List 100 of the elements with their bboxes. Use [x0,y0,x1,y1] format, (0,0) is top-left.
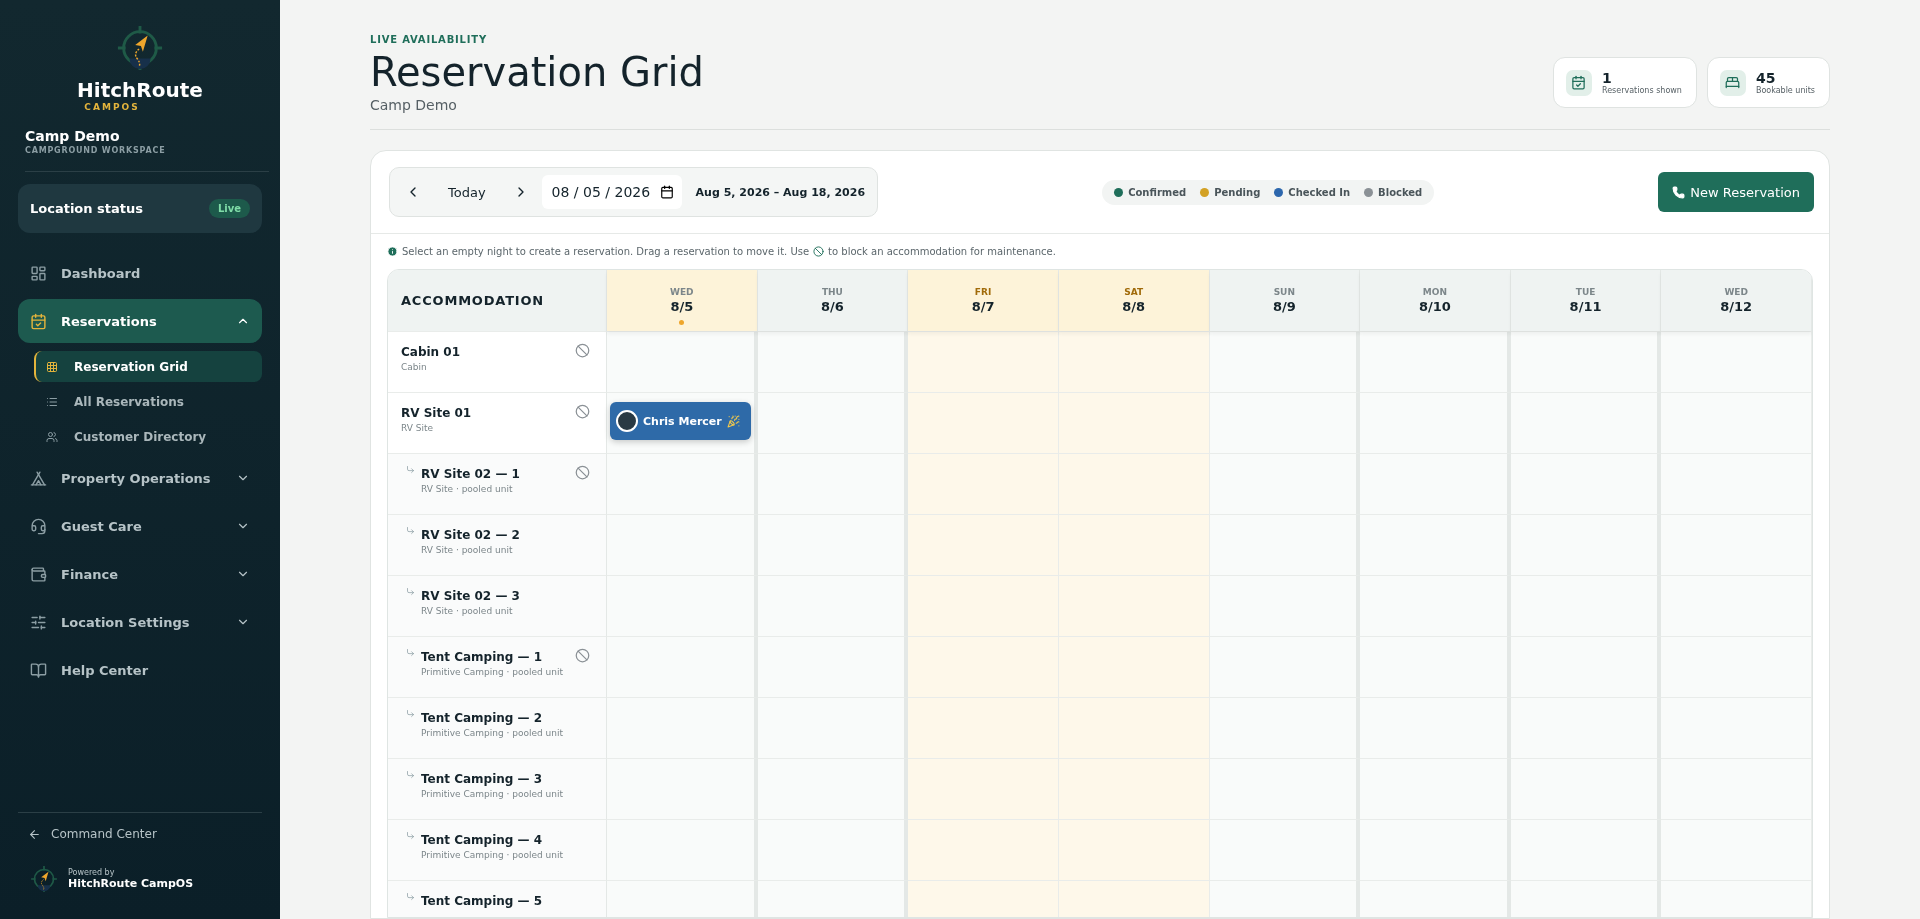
night-cell[interactable]: Chris Mercer [607,392,758,453]
day-date: 8/12 [1720,299,1753,314]
party-popper-icon [726,414,740,428]
night-cell[interactable] [607,453,758,514]
night-cell[interactable] [1058,331,1210,392]
sub-unit-icon [406,465,415,474]
night-cell[interactable] [1510,331,1662,392]
workspace-name: Camp Demo [25,128,121,144]
night-cell[interactable] [757,758,909,819]
night-cell[interactable] [1661,819,1812,880]
location-status-label: Location status [30,201,143,216]
compass-logo [30,865,58,893]
night-cell[interactable] [1209,575,1361,636]
night-cell[interactable] [1661,697,1812,758]
night-cell[interactable] [1661,636,1812,697]
block-icon [813,246,825,257]
night-cell[interactable] [908,819,1059,880]
accommodation-type: Primitive Camping · pooled unit [421,728,565,738]
accommodation-type: Primitive Camping · pooled unit [421,850,565,860]
phone-icon [1672,185,1686,199]
back-link[interactable]: Command Center [18,812,262,855]
night-cell[interactable] [1209,819,1361,880]
live-badge: Live [208,199,250,218]
night-cell[interactable] [1209,453,1361,514]
avatar-icon [616,410,638,432]
night-cell[interactable] [1209,697,1361,758]
nav-subitem[interactable]: Customer Directory [34,421,262,452]
night-cell[interactable] [1209,636,1361,697]
night-cell[interactable] [908,697,1059,758]
day-of-week: SAT [1124,287,1144,297]
sub-unit-icon [406,892,415,901]
night-cell[interactable] [757,331,909,392]
block-icon[interactable] [575,465,590,480]
night-cell[interactable] [1661,514,1812,575]
night-cell[interactable] [908,575,1059,636]
accommodation-type: Primitive Camping · pooled unit [421,789,565,799]
day-of-week: THU [821,287,843,297]
nav-item[interactable]: Finance [18,552,262,596]
nav-item[interactable]: Dashboard [18,251,262,295]
nav-item[interactable]: Help Center [18,648,262,692]
powered-by-label: Powered by [68,868,116,877]
nav-icon [30,264,47,282]
day-date: 8/11 [1569,299,1602,314]
stat-value: 45 [1755,70,1777,86]
night-cell[interactable] [1661,453,1812,514]
nav-item[interactable]: Location Settings [18,600,262,644]
block-icon[interactable] [575,343,590,358]
accommodation-type: RV Site · pooled unit [421,484,514,494]
night-cell[interactable] [1209,392,1361,453]
calendar-check-icon [1565,69,1592,96]
date-field[interactable]: 08 / 05 / 2026 [541,175,682,209]
arrow-left-icon [28,827,41,841]
night-cell[interactable] [908,758,1059,819]
hint-text: to block an accommodation for maintenance. [828,246,1056,257]
night-cell[interactable] [908,331,1059,392]
date-range: Aug 5, 2026 – Aug 18, 2026 [695,185,866,199]
night-cell[interactable] [1360,331,1511,392]
night-cell[interactable] [1661,575,1812,636]
accommodation-type: RV Site · pooled unit [421,545,514,555]
night-cell[interactable] [908,636,1059,697]
nav-item[interactable]: Property Operations [18,456,262,500]
page-eyebrow: LIVE AVAILABILITY [370,34,488,45]
night-cell[interactable] [908,453,1059,514]
today-dot [679,320,685,325]
night-cell[interactable] [1209,514,1361,575]
nav-icon [30,312,47,330]
night-cell[interactable] [1209,758,1361,819]
nav-item[interactable]: Reservations [18,299,262,343]
calendar-icon [659,185,674,199]
nav-subitem[interactable]: Reservation Grid [34,351,262,382]
night-cell[interactable] [1661,331,1812,392]
night-cell[interactable] [908,514,1059,575]
sub-unit-icon [406,831,415,840]
night-cell[interactable] [757,514,909,575]
new-reservation-button[interactable]: New Reservation [1658,172,1814,212]
block-icon[interactable] [575,404,590,419]
today-button[interactable]: Today [434,178,500,206]
accommodation-name: Tent Camping — 3 [421,772,544,786]
sub-unit-icon [406,526,415,535]
night-cell[interactable] [1661,758,1812,819]
day-of-week: TUE [1575,287,1596,297]
night-cell[interactable] [757,392,909,453]
night-cell[interactable] [757,636,909,697]
night-cell[interactable] [757,453,909,514]
nav-subitem[interactable]: All Reservations [34,386,262,417]
nav-subitem-icon [46,395,58,408]
column-header: ACCOMMODATION [388,270,607,331]
nav-item[interactable]: Guest Care [18,504,262,548]
night-cell[interactable] [1209,331,1361,392]
night-cell[interactable] [757,575,909,636]
reservation-chip[interactable]: Chris Mercer [610,402,751,440]
night-cell[interactable] [757,819,909,880]
block-icon[interactable] [575,648,590,663]
accommodation-name: Tent Camping — 4 [421,833,544,847]
night-cell[interactable] [908,392,1059,453]
accommodation-type: Primitive Camping · pooled unit [421,667,565,677]
day-date: 8/9 [1272,299,1296,314]
night-cell[interactable] [607,331,758,392]
night-cell[interactable] [1661,392,1812,453]
night-cell[interactable] [757,697,909,758]
